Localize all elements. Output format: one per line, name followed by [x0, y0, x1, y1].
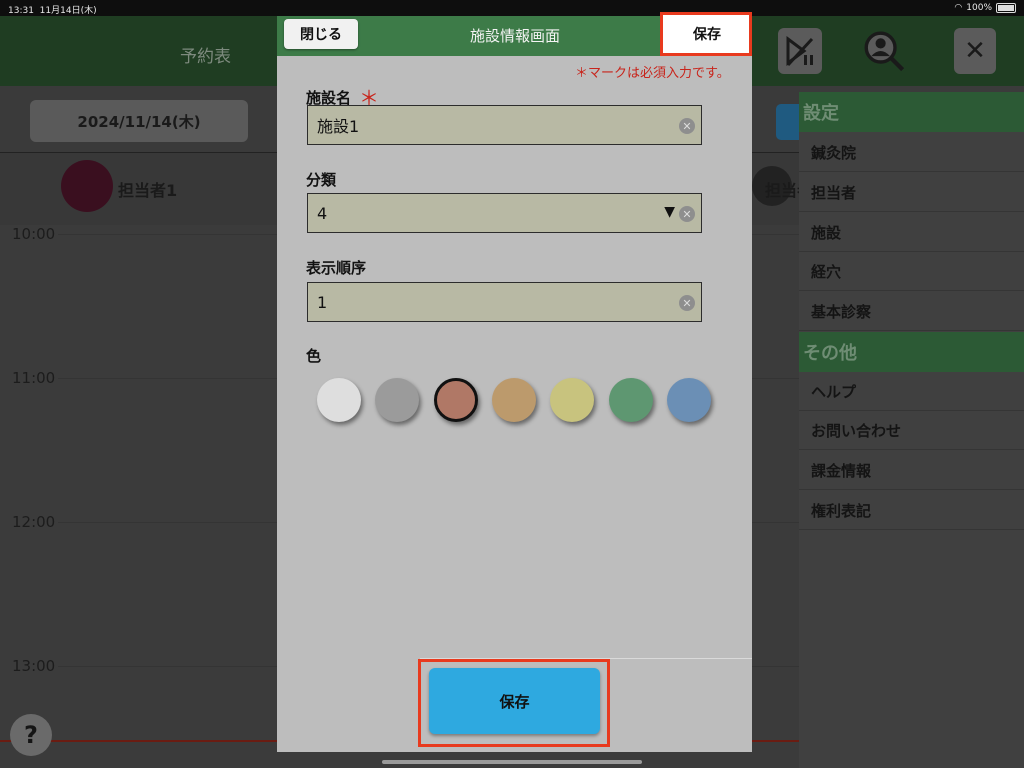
time-label: 12:00	[12, 513, 56, 531]
home-indicator	[382, 760, 642, 764]
date-selector-button[interactable]: 2024/11/14(木)	[30, 100, 248, 142]
modal-title: 施設情報画面	[469, 27, 560, 45]
play-pause-button[interactable]	[778, 28, 822, 74]
avatar	[61, 160, 113, 212]
sidebar-item-basic-exam[interactable]: 基本診察	[799, 292, 1024, 331]
sidebar-item-facility[interactable]: 施設	[799, 213, 1024, 252]
time-label: 11:00	[12, 369, 56, 387]
facility-name-field[interactable]: 施設1 ✕	[307, 105, 702, 145]
display-order-value: 1	[317, 292, 328, 312]
user-search-button[interactable]	[862, 28, 906, 74]
app-title: 予約表	[180, 47, 231, 67]
app-close-button[interactable]: ✕	[954, 28, 996, 74]
clear-icon[interactable]: ✕	[679, 206, 695, 222]
sidebar-item-clinic[interactable]: 鍼灸院	[799, 133, 1024, 172]
help-button[interactable]: ?	[10, 714, 52, 756]
category-value: 4	[317, 203, 328, 223]
color-swatch[interactable]	[434, 378, 478, 422]
color-swatch[interactable]	[667, 378, 711, 422]
staff-name: 担当者1	[118, 181, 178, 200]
status-time: 13:31	[8, 6, 34, 16]
settings-sidebar: 設定 鍼灸院 担当者 施設 経穴 基本診察 その他 ヘルプ お問い合わせ 課金情…	[799, 92, 1024, 768]
close-button[interactable]: 閉じる	[284, 19, 358, 49]
play-pause-icon	[786, 36, 814, 67]
save-button-top[interactable]: 保存	[670, 19, 744, 49]
battery-icon	[996, 3, 1016, 13]
color-swatch[interactable]	[375, 378, 419, 422]
display-order-field[interactable]: 1 ✕	[307, 282, 702, 322]
color-swatch[interactable]	[492, 378, 536, 422]
required-note: ＊マークは必須入力です。	[575, 66, 730, 81]
category-select[interactable]: 4 ▼ ✕	[307, 193, 702, 233]
dropdown-arrow-icon[interactable]: ▼	[664, 204, 675, 220]
color-swatch[interactable]	[609, 378, 653, 422]
display-order-label: 表示順序	[306, 259, 367, 277]
user-search-icon	[864, 31, 905, 72]
color-swatch[interactable]	[550, 378, 594, 422]
wifi-icon: ◠	[954, 3, 963, 13]
color-swatch[interactable]	[317, 378, 361, 422]
clear-icon[interactable]: ✕	[679, 118, 695, 134]
color-label: 色	[306, 347, 322, 365]
category-label: 分類	[306, 171, 337, 189]
sidebar-item-license[interactable]: 権利表記	[799, 491, 1024, 530]
facility-name-value: 施設1	[317, 117, 360, 136]
clear-icon[interactable]: ✕	[679, 295, 695, 311]
status-bar: 13:31 11月14日(木) ◠ 100%	[0, 0, 1024, 16]
refresh-button[interactable]	[776, 104, 800, 140]
sidebar-item-help[interactable]: ヘルプ	[799, 372, 1024, 411]
sidebar-item-acupoint[interactable]: 経穴	[799, 252, 1024, 291]
sidebar-item-billing[interactable]: 課金情報	[799, 451, 1024, 490]
time-label: 10:00	[12, 225, 56, 243]
battery-percent: 100%	[966, 3, 992, 13]
sidebar-header-other: その他	[799, 332, 1024, 372]
time-label: 13:00	[12, 657, 56, 675]
sidebar-header-settings: 設定	[799, 92, 1024, 132]
status-date: 11月14日(木)	[39, 6, 97, 16]
sidebar-item-staff[interactable]: 担当者	[799, 173, 1024, 212]
sidebar-item-contact[interactable]: お問い合わせ	[799, 411, 1024, 450]
save-button-bottom[interactable]: 保存	[429, 668, 600, 734]
